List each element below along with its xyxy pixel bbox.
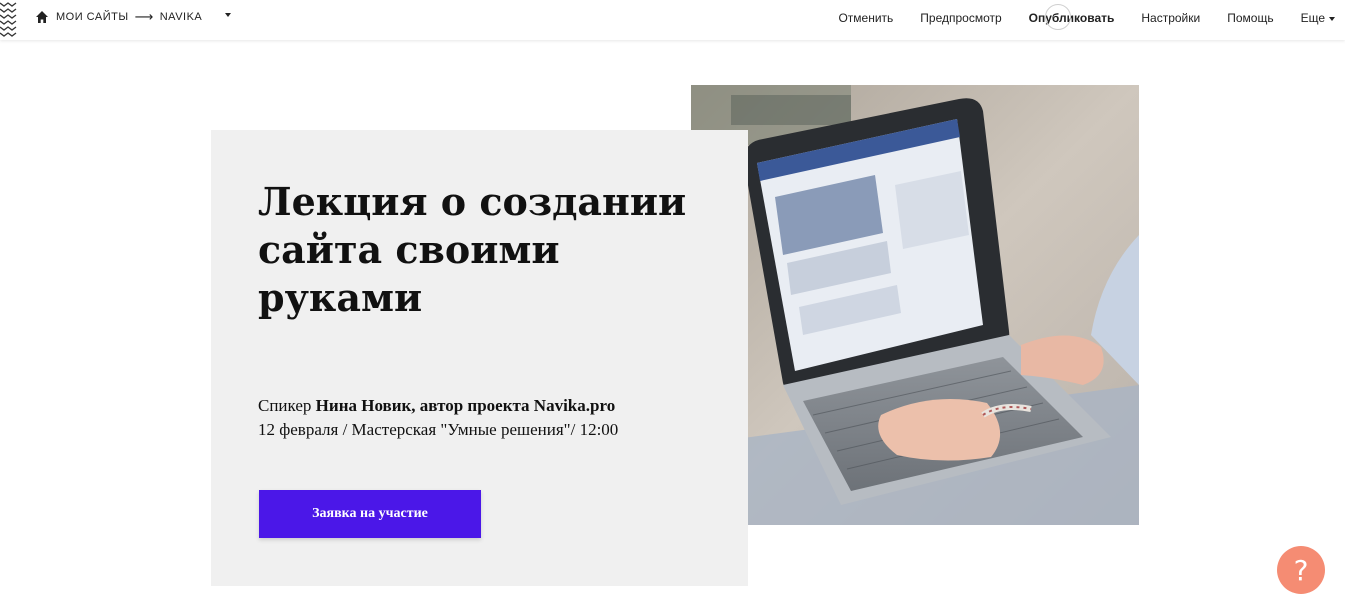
breadcrumb-site-name[interactable]: NAVIKA: [160, 11, 203, 23]
more-menu-button[interactable]: Еще: [1301, 11, 1335, 25]
publish-button[interactable]: Опубликовать: [1028, 4, 1115, 30]
laptop-photo-image: [691, 85, 1139, 525]
event-meta: Спикер Нина Новик, автор проекта Navika.…: [258, 394, 708, 442]
hero-photo: [691, 85, 1139, 525]
breadcrumb-arrow-icon: ⟶: [134, 9, 154, 24]
preview-button[interactable]: Предпросмотр: [920, 11, 1001, 25]
speaker-line: Спикер Нина Новик, автор проекта Navika.…: [258, 394, 708, 418]
cancel-button[interactable]: Отменить: [838, 11, 893, 25]
editor-topbar: Мои сайты ⟶ NAVIKA Отменить Предпросмотр…: [0, 0, 1345, 40]
home-icon[interactable]: [35, 10, 49, 24]
help-button[interactable]: ?: [1277, 546, 1325, 594]
question-icon: ?: [1293, 553, 1309, 587]
event-title: Лекция о создании сайта своими руками: [258, 179, 687, 320]
publish-label: Опубликовать: [1028, 11, 1115, 25]
chevron-down-icon: [1329, 16, 1335, 21]
settings-button[interactable]: Настройки: [1141, 11, 1200, 25]
help-menu-button[interactable]: Помощь: [1227, 11, 1273, 25]
apply-button[interactable]: Заявка на участие: [259, 490, 481, 538]
editor-menu: Отменить Предпросмотр Опубликовать Настр…: [811, 4, 1335, 30]
speaker-name: Нина Новик, автор проекта Navika.pro: [315, 396, 616, 415]
publish-focus-ring: [1044, 4, 1071, 30]
speaker-prefix: Спикер: [258, 396, 316, 415]
event-details: 12 февраля / Мастерская "Умные решения"/…: [258, 420, 619, 439]
zigzag-logo-icon[interactable]: [0, 0, 18, 40]
breadcrumb: Мои сайты ⟶ NAVIKA: [35, 9, 231, 25]
more-label: Еще: [1300, 11, 1325, 25]
chevron-down-icon[interactable]: [225, 13, 231, 17]
breadcrumb-my-sites[interactable]: Мои сайты: [56, 11, 129, 23]
